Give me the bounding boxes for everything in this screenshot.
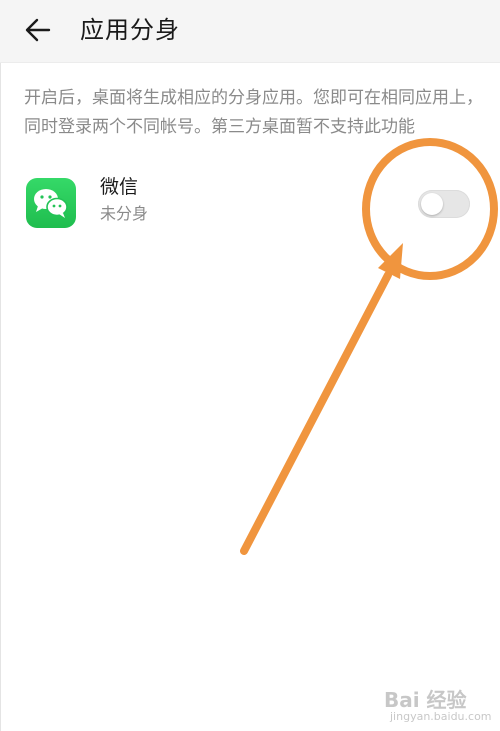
arrow-left-icon (25, 18, 51, 42)
back-button[interactable] (18, 10, 58, 50)
watermark-site: jingyan.baidu.com (390, 710, 492, 723)
header-divider (0, 62, 500, 63)
left-edge-line (0, 63, 1, 731)
page-title: 应用分身 (80, 16, 180, 44)
annotation-arrow-line (240, 271, 392, 555)
annotation-arrow-head (378, 243, 403, 279)
clone-toggle-switch[interactable] (418, 190, 470, 218)
wechat-icon (26, 178, 76, 228)
title-bar: 应用分身 (0, 0, 500, 62)
app-clone-status: 未分身 (100, 204, 149, 223)
watermark: Bai 经验 jingyan.baidu.com (384, 682, 496, 728)
app-name: 微信 (100, 176, 139, 198)
watermark-brand: Bai 经验 (384, 688, 467, 712)
feature-description: 开启后，桌面将生成相应的分身应用。您即可在相同应用上，同时登录两个不同帐号。第三… (24, 88, 483, 137)
toggle-knob (421, 193, 443, 215)
